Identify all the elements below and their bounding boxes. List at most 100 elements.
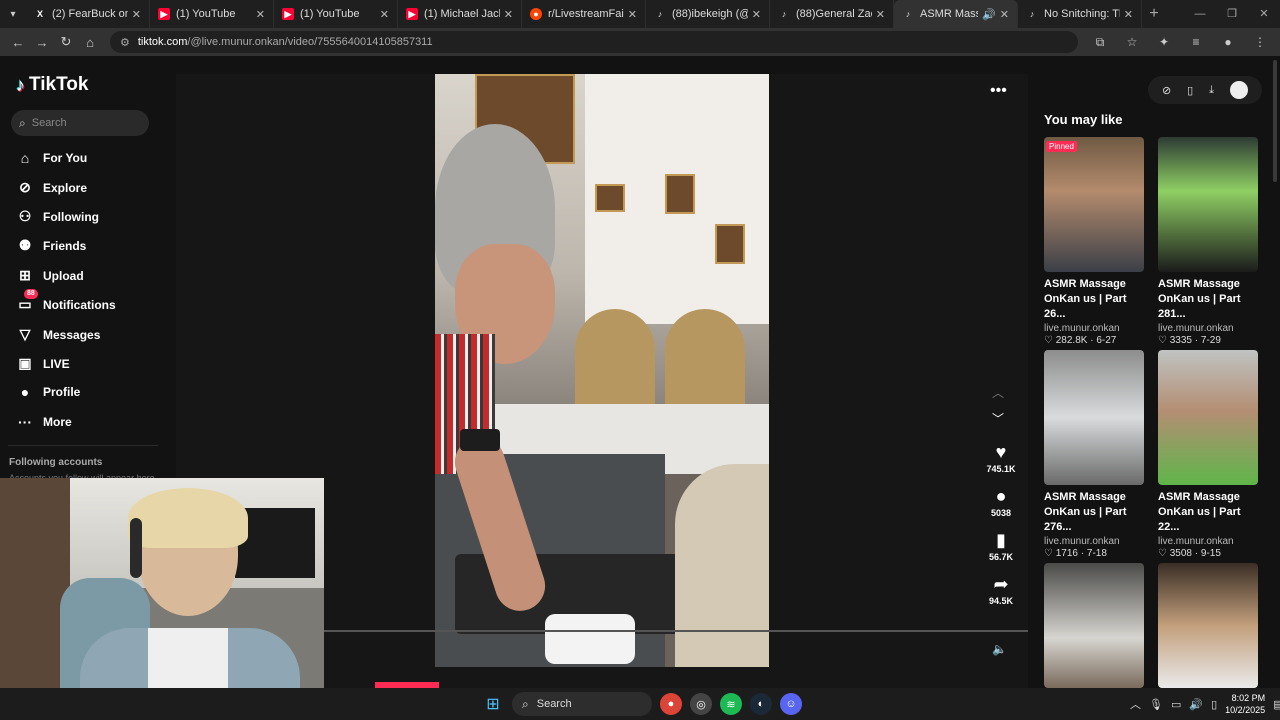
profile-avatar-icon[interactable]: ● xyxy=(1214,35,1242,50)
obs-icon[interactable]: ◎ xyxy=(690,693,712,715)
video-progress-bar[interactable] xyxy=(324,630,1028,632)
coins-icon[interactable]: ⊘ xyxy=(1162,84,1171,97)
sidebar-item-label: Friends xyxy=(43,238,87,253)
card-title-line1: ASMR Massage xyxy=(1158,491,1240,503)
messages-icon: ▽ xyxy=(19,326,31,342)
taskbar-search[interactable]: ⌕ Search xyxy=(512,692,652,716)
browser-tab-2[interactable]: ▶ (1) YouTube ✕ xyxy=(274,0,398,28)
video-player[interactable] xyxy=(435,74,769,667)
bookmark-star-icon[interactable]: ☆ xyxy=(1118,35,1146,50)
sidebar-item-more[interactable]: ··· More xyxy=(16,414,72,430)
minimize-icon[interactable]: — xyxy=(1184,0,1216,28)
page-scrollbar[interactable] xyxy=(1273,60,1277,182)
forward-icon[interactable]: → xyxy=(30,30,54,54)
video-frame xyxy=(715,224,745,264)
back-icon[interactable]: ← xyxy=(6,30,30,54)
windows-start-icon[interactable]: ⊞ xyxy=(482,694,504,714)
card-title-line2: OnKan us | Part 281... xyxy=(1158,293,1241,320)
notification-center-icon[interactable]: ▤ xyxy=(1273,698,1280,711)
video-thumbnail xyxy=(1044,563,1144,688)
discord-icon[interactable]: ☺ xyxy=(780,693,802,715)
search-placeholder: Search xyxy=(31,117,67,129)
close-icon[interactable]: ✕ xyxy=(504,8,513,21)
sidebar-item-profile[interactable]: ● Profile xyxy=(16,384,81,400)
close-icon[interactable]: ✕ xyxy=(1000,8,1009,21)
video-watch xyxy=(460,429,500,451)
chevron-down-icon[interactable]: ﹀ xyxy=(992,410,1004,427)
comment-button[interactable]: ● 5038 xyxy=(980,486,1022,518)
tiktok-logo[interactable]: ♪ TikTok xyxy=(16,74,88,96)
share-button[interactable]: ➦ 94.5K xyxy=(980,574,1022,606)
battery-icon[interactable]: ▯ xyxy=(1211,698,1217,711)
network-icon[interactable]: ▭ xyxy=(1171,698,1181,711)
search-input[interactable]: ⌕ Search xyxy=(11,110,149,136)
chrome-icon[interactable]: ● xyxy=(660,693,682,715)
restore-icon[interactable]: ❐ xyxy=(1216,0,1248,28)
top-right-toolbar: ⊘ ▯ ⤓ xyxy=(1148,76,1262,104)
steam-icon[interactable]: ◐ xyxy=(750,693,772,715)
close-icon[interactable]: ✕ xyxy=(628,8,637,21)
recommended-card[interactable]: ASMR Massage OnKan us | Part 276... live… xyxy=(1044,350,1144,559)
close-icon[interactable]: ✕ xyxy=(876,8,885,21)
recommended-card[interactable] xyxy=(1158,563,1258,688)
close-icon[interactable]: ✕ xyxy=(132,8,141,21)
recommended-card[interactable]: Pinned ASMR Massage OnKan us | Part 26..… xyxy=(1044,137,1144,346)
tab-search-icon[interactable]: ▾ xyxy=(0,0,26,28)
browser-tab-7[interactable]: ♪ ASMR Massage S... 🔊 ✕ xyxy=(894,0,1018,28)
like-button[interactable]: ♥ 745.1K xyxy=(980,442,1022,474)
video-chair xyxy=(575,309,655,409)
sidebar-item-messages[interactable]: ▽ Messages xyxy=(16,326,101,343)
home-button-icon[interactable]: ⌂ xyxy=(78,30,102,54)
recommended-card[interactable] xyxy=(1044,563,1144,688)
reload-icon[interactable]: ↻ xyxy=(54,30,78,54)
browser-tab-3[interactable]: ▶ (1) Michael Jackson S... ✕ xyxy=(398,0,522,28)
sidebar-item-notifications[interactable]: ▭ 88 Notifications xyxy=(16,289,116,313)
browser-tab-8[interactable]: ♪ No Snitching: The Sn... ✕ xyxy=(1018,0,1142,28)
sidebar-item-friends[interactable]: ⚉ Friends xyxy=(16,237,87,254)
microphone-icon[interactable]: 🎙 xyxy=(1149,698,1163,711)
browser-tab-6[interactable]: ♪ (88)General Zach Edi... ✕ xyxy=(770,0,894,28)
sidebar-item-explore[interactable]: ⊘ Explore xyxy=(16,179,87,196)
close-window-icon[interactable]: ✕ xyxy=(1248,0,1280,28)
recommended-card[interactable]: ASMR Massage OnKan us | Part 281... live… xyxy=(1158,137,1258,346)
device-icon[interactable]: ▯ xyxy=(1187,84,1193,97)
bookmark-icon: ▮ xyxy=(996,530,1006,550)
install-app-icon[interactable]: ⧉ xyxy=(1086,35,1114,50)
close-icon[interactable]: ✕ xyxy=(752,8,761,21)
taskbar-clock[interactable]: 8:02 PM 10/2/2025 xyxy=(1225,692,1265,716)
extensions-icon[interactable]: ✦ xyxy=(1150,35,1178,50)
clock-time: 8:02 PM xyxy=(1231,693,1266,703)
volume-icon[interactable]: 🔈 xyxy=(992,642,1007,656)
sidebar-item-live[interactable]: ▣ LIVE xyxy=(16,355,69,372)
browser-menu-icon[interactable]: ⋮ xyxy=(1246,35,1274,50)
card-title-line2: OnKan us | Part 276... xyxy=(1044,506,1127,533)
address-bar[interactable]: ⚙ tiktok.com/@live.munur.onkan/video/755… xyxy=(110,31,1078,53)
browser-tab-5[interactable]: ♪ (88)ibekeigh (@ibeke... ✕ xyxy=(646,0,770,28)
new-tab-button[interactable]: + xyxy=(1142,0,1166,28)
chevron-up-icon[interactable]: ︿ xyxy=(992,384,1004,401)
media-control-icon[interactable]: ≡ xyxy=(1182,35,1210,50)
sidebar-item-for-you[interactable]: ⌂ For You xyxy=(16,150,87,166)
volume-tray-icon[interactable]: 🔊 xyxy=(1189,698,1203,711)
save-button[interactable]: ▮ 56.7K xyxy=(980,530,1022,562)
more-options-icon[interactable]: ••• xyxy=(990,82,1007,100)
speaker-icon[interactable]: 🔊 xyxy=(982,8,996,21)
close-icon[interactable]: ✕ xyxy=(256,8,265,21)
download-icon[interactable]: ⤓ xyxy=(1209,84,1214,97)
tray-chevron-icon[interactable]: ︿ xyxy=(1130,696,1141,712)
avatar[interactable] xyxy=(1229,81,1248,99)
sidebar-item-following[interactable]: ⚇ Following xyxy=(16,208,99,225)
tiktok-icon: ♪ xyxy=(905,9,911,19)
sidebar-item-upload[interactable]: ⊞ Upload xyxy=(16,267,84,284)
close-icon[interactable]: ✕ xyxy=(1124,8,1133,21)
toolbar-icons: ⧉ ☆ ✦ ≡ ● ⋮ xyxy=(1086,35,1274,50)
spotify-icon[interactable]: ≋ xyxy=(720,693,742,715)
browser-tab-4[interactable]: ● r/LivestreamFail ✕ xyxy=(522,0,646,28)
browser-tab-1[interactable]: ▶ (1) YouTube ✕ xyxy=(150,0,274,28)
site-info-icon[interactable]: ⚙ xyxy=(120,36,130,49)
upload-icon: ⊞ xyxy=(19,267,31,283)
close-icon[interactable]: ✕ xyxy=(380,8,389,21)
card-meta: ♡ 3508 · 9-15 xyxy=(1158,548,1221,559)
browser-tab-0[interactable]: X (2) FearBuck on X: "R... ✕ xyxy=(26,0,150,28)
recommended-card[interactable]: ASMR Massage OnKan us | Part 22... live.… xyxy=(1158,350,1258,559)
